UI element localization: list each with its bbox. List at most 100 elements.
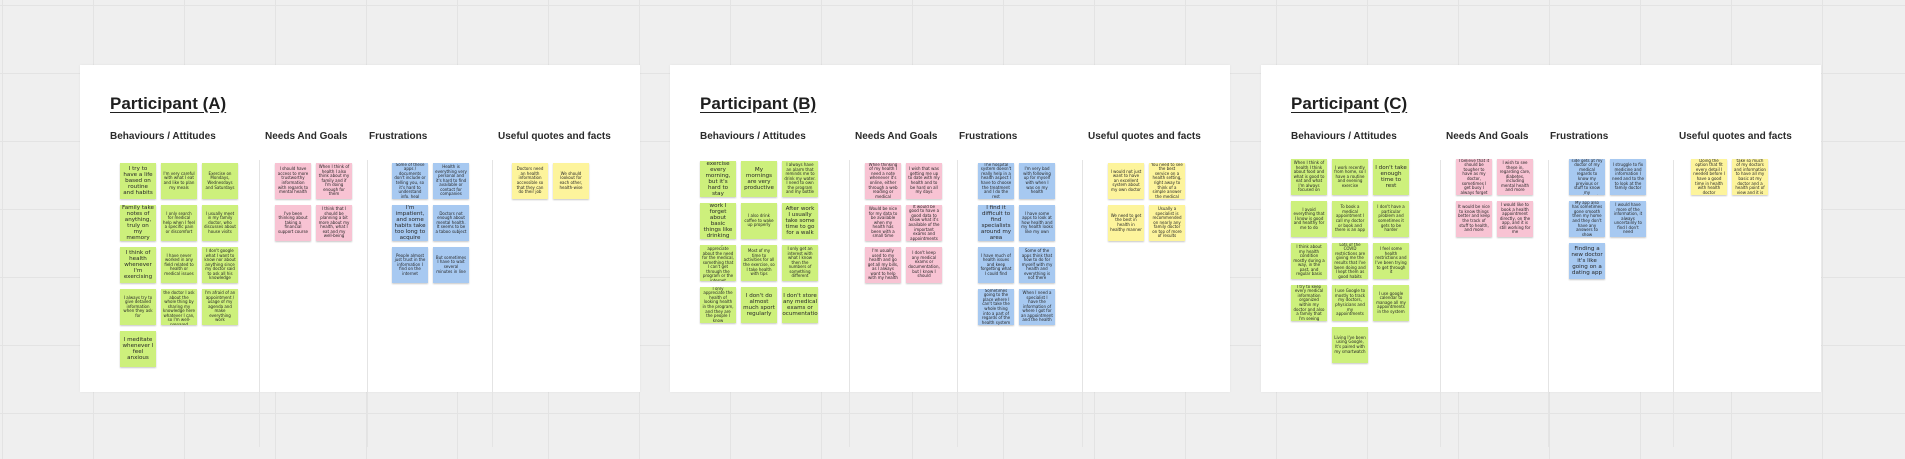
- participant-a-frame[interactable]: Participant (A) Behaviours / Attitudes N…: [80, 65, 640, 447]
- participant-title: Participant (B): [700, 94, 817, 113]
- sticky-note[interactable]: I only appreciate about the need for the…: [700, 245, 736, 281]
- sticky-note[interactable]: I don't have a particular problem and so…: [1373, 201, 1409, 237]
- sticky-note[interactable]: I wish that was getting me up to date wi…: [906, 163, 942, 199]
- sticky-note[interactable]: While thinking of my health I need a not…: [865, 163, 901, 199]
- sticky-note[interactable]: I'm very bad with following up for mysel…: [1019, 163, 1055, 199]
- sticky-note[interactable]: I think it would take so much of my doct…: [1732, 159, 1768, 195]
- column-divider: [849, 160, 850, 447]
- participant-c-frame[interactable]: Participant (C) Behaviours / Attitudes N…: [1261, 65, 1821, 447]
- sticky-note[interactable]: The hospital system doesn't really help …: [978, 163, 1014, 199]
- sticky-note[interactable]: Some of these apps / documents don't inc…: [392, 163, 428, 199]
- sticky-note[interactable]: I wish to see these in, regarding care, …: [1497, 159, 1533, 195]
- sticky-note[interactable]: I have some apps to look at how health a…: [1019, 205, 1055, 241]
- sticky-note[interactable]: I struggle to fix medicine and informati…: [1610, 159, 1646, 195]
- sticky-note[interactable]: Doctors need an health information acces…: [512, 163, 548, 199]
- sticky-note[interactable]: I try to keep every medical information …: [1291, 285, 1327, 321]
- participant-title: Participant (A): [110, 94, 227, 113]
- sticky-note[interactable]: Usually a specialist is recommended on n…: [1149, 205, 1185, 241]
- sticky-note[interactable]: I don't store any medical exams or docum…: [782, 287, 818, 323]
- sticky-note[interactable]: When I think of health I think about foo…: [1291, 159, 1327, 195]
- sticky-note[interactable]: Doing the option that fit every detail I…: [1691, 159, 1727, 195]
- sticky-note[interactable]: I use google calendar to manage all my a…: [1373, 285, 1409, 321]
- column-header-frustrations: Frustrations: [1550, 131, 1609, 142]
- participant-title: Participant (C): [1291, 94, 1408, 113]
- sticky-note[interactable]: Sometimes going to the place where I can…: [978, 289, 1014, 325]
- column-header-quotes: Useful quotes and facts: [1679, 131, 1792, 142]
- column-divider: [1082, 160, 1083, 447]
- sticky-note[interactable]: I always try to give detailed informatio…: [120, 289, 156, 325]
- sticky-note[interactable]: When I need a specialist I have the info…: [1019, 289, 1055, 325]
- sticky-note[interactable]: Family take notes of anything, truly on …: [120, 205, 156, 241]
- sticky-note[interactable]: My app also has sometimes gone smooth th…: [1569, 201, 1605, 237]
- sticky-note[interactable]: I try to exercise every morning, but it'…: [700, 161, 736, 197]
- sticky-note[interactable]: I only search for medical help when I fe…: [161, 205, 197, 241]
- column-divider: [1440, 160, 1441, 447]
- column-divider: [1673, 160, 1674, 447]
- column-header-behaviours: Behaviours / Attitudes: [700, 131, 806, 142]
- sticky-note[interactable]: Health is everything very personal and i…: [433, 163, 469, 199]
- sticky-note[interactable]: I would not just want to have an excelle…: [1108, 163, 1144, 199]
- column-divider: [957, 160, 958, 447]
- sticky-note[interactable]: I don't do almost much sport regularly: [741, 287, 777, 323]
- sticky-note[interactable]: I've been thinking about taking a financ…: [275, 205, 311, 241]
- sticky-note[interactable]: I'm very careful with what I eat and lik…: [161, 163, 197, 199]
- sticky-note[interactable]: I work recently from home, so I have a r…: [1332, 159, 1368, 195]
- sticky-note[interactable]: Most of my time to activities for all th…: [741, 245, 777, 281]
- sticky-note[interactable]: People almost just trust in the informat…: [392, 247, 428, 283]
- column-header-needs: Needs And Goals: [1446, 131, 1529, 142]
- sticky-note[interactable]: I don't keep any medical exams or docume…: [906, 247, 942, 283]
- sticky-note[interactable]: I think that I should be planning a bit …: [316, 205, 352, 241]
- sticky-note[interactable]: It would be good to have a good data to …: [906, 205, 942, 241]
- sticky-note[interactable]: I think about my health condition mostly…: [1291, 243, 1327, 279]
- sticky-note[interactable]: I don't take enough time to rest: [1373, 159, 1409, 195]
- column-header-frustrations: Frustrations: [369, 131, 428, 142]
- sticky-note[interactable]: When I think of health I also think abou…: [316, 163, 352, 199]
- sticky-note[interactable]: I only get an interest with what I know …: [782, 245, 818, 281]
- sticky-note[interactable]: When I'm at the doctor I ask about the w…: [161, 289, 197, 325]
- sticky-note[interactable]: I have much of health issues and keep fo…: [978, 247, 1014, 283]
- sticky-note[interactable]: I'm usually used to my health and go get…: [865, 247, 901, 283]
- sticky-note[interactable]: Finding a new doctor it's like going on …: [1569, 243, 1605, 279]
- sticky-note[interactable]: I avoid everything that I know is good a…: [1291, 201, 1327, 237]
- sticky-note[interactable]: Would be nice for my data to be availabl…: [865, 205, 901, 241]
- sticky-note[interactable]: While at work I forget about basic thing…: [700, 203, 736, 239]
- sticky-note[interactable]: We need to get the best in health in hea…: [1108, 205, 1144, 241]
- sticky-note[interactable]: I only appreciate the health of looking …: [700, 287, 736, 323]
- sticky-note[interactable]: But sometimes I have to wait several min…: [433, 247, 469, 283]
- sticky-note[interactable]: I meditate whenever I feel anxious: [120, 331, 156, 367]
- sticky-note[interactable]: My mornings are very productive: [741, 161, 777, 197]
- sticky-note[interactable]: You need to see the best service on a he…: [1149, 163, 1185, 199]
- sticky-note[interactable]: I use Google to mostly to track my docto…: [1332, 285, 1368, 321]
- sticky-note[interactable]: To book a medical appointment I call my …: [1332, 201, 1368, 237]
- sticky-note[interactable]: I would have more of the information, it…: [1610, 201, 1646, 237]
- sticky-note[interactable]: After work I usually take some time to g…: [782, 203, 818, 239]
- sticky-note[interactable]: I would like to book a health appointmen…: [1497, 201, 1533, 237]
- column-header-frustrations: Frustrations: [959, 131, 1018, 142]
- sticky-note[interactable]: Some of the apps think that how to do fo…: [1019, 247, 1055, 283]
- sticky-note[interactable]: Living I've been using Google, It's pair…: [1332, 327, 1368, 363]
- sticky-note[interactable]: I think of health whenever I'm exercisin…: [120, 247, 156, 283]
- column-header-behaviours: Behaviours / Attitudes: [110, 131, 216, 142]
- sticky-note[interactable]: I feel some health restrictions and I've…: [1373, 243, 1409, 279]
- sticky-note[interactable]: I'm afraid of an appointment / usage of …: [202, 289, 238, 325]
- sticky-note[interactable]: I'm impatient, and some habits take too …: [392, 205, 428, 241]
- sticky-note[interactable]: The health care side gets at my doctor o…: [1569, 159, 1605, 195]
- sticky-note[interactable]: I also drink coffee to wake up properly: [741, 203, 777, 239]
- sticky-note[interactable]: Lots of the COVID restrictions are givin…: [1332, 243, 1368, 279]
- sticky-note[interactable]: Exercise on Mondays, Wednesdays and Satu…: [202, 163, 238, 199]
- participant-b-frame[interactable]: Participant (B) Behaviours / Attitudes N…: [670, 65, 1230, 447]
- sticky-note[interactable]: I believe that it should be tougher to h…: [1456, 159, 1492, 195]
- sticky-note[interactable]: I don't google what I want to know nor a…: [202, 247, 238, 283]
- sticky-note[interactable]: I should have access to more trustworthy…: [275, 163, 311, 199]
- sticky-note[interactable]: I have never worked in any field related…: [161, 247, 197, 283]
- column-divider: [1548, 160, 1549, 447]
- sticky-note[interactable]: We should lookout for each other, health…: [553, 163, 589, 199]
- sticky-note[interactable]: Doctors not enough about mental health. …: [433, 205, 469, 241]
- sticky-note[interactable]: It would be nice to know things better a…: [1456, 201, 1492, 237]
- column-header-quotes: Useful quotes and facts: [1088, 131, 1201, 142]
- column-header-needs: Needs And Goals: [855, 131, 938, 142]
- sticky-note[interactable]: I find it difficult to find specialists …: [978, 205, 1014, 241]
- sticky-note[interactable]: I usually meet in my family doctor, who …: [202, 205, 238, 241]
- sticky-note[interactable]: I try to have a life based on routine an…: [120, 163, 156, 199]
- sticky-note[interactable]: I always have an alarm that reminds me t…: [782, 161, 818, 197]
